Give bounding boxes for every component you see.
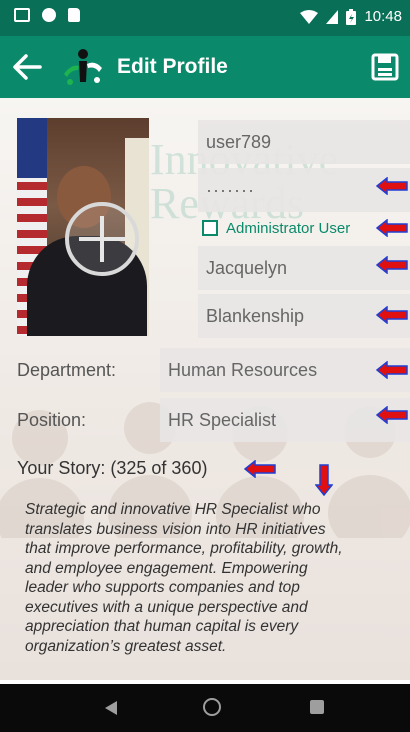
home-circle-icon[interactable] (203, 698, 221, 716)
battery-icon (346, 8, 357, 25)
sd-card-icon (68, 8, 80, 22)
save-disk-icon[interactable] (370, 52, 400, 82)
annotation-arrow-left-icon (376, 177, 408, 195)
signal-icon (326, 9, 339, 24)
admin-checkbox-row[interactable]: Administrator User (202, 216, 350, 240)
app-toolbar: Edit Profile (0, 36, 410, 98)
system-nav-bar (0, 684, 410, 732)
back-triangle-icon[interactable] (104, 700, 118, 716)
department-field[interactable]: Human Resources (160, 348, 410, 392)
annotation-arrow-left-icon (376, 306, 408, 324)
department-label: Department: (17, 360, 117, 380)
annotation-arrow-left-icon (376, 361, 408, 379)
add-photo-icon[interactable] (63, 200, 141, 278)
app-logo-icon (64, 49, 102, 85)
status-bar: 10:48 (0, 0, 410, 36)
position-label: Position: (17, 410, 87, 430)
story-label: Your Story: (325 of 360) (17, 458, 208, 478)
annotation-arrow-left-icon (376, 406, 408, 424)
admin-checkbox-label: Administrator User (226, 219, 351, 237)
annotation-arrow-left-icon (244, 460, 276, 478)
position-field[interactable]: HR Specialist (160, 398, 410, 442)
gallery-icon (14, 8, 30, 22)
story-text-area[interactable]: Strategic and innovative HR Specialist w… (25, 500, 403, 656)
wifi-icon (300, 9, 319, 24)
annotation-arrow-left-icon (376, 219, 408, 237)
annotation-arrow-down-icon (315, 464, 333, 496)
arrow-left-icon[interactable] (10, 50, 44, 84)
username-field[interactable]: user789 (198, 120, 410, 164)
page-title: Edit Profile (117, 55, 228, 78)
profile-form: Innovative Rewards user789 ······· Admin… (0, 98, 410, 680)
profile-photo[interactable] (17, 118, 149, 336)
recents-square-icon[interactable] (310, 700, 324, 714)
status-time: 10:48 (364, 8, 402, 25)
record-icon (42, 8, 56, 22)
admin-checkbox[interactable] (202, 220, 218, 236)
annotation-arrow-left-icon (376, 256, 408, 274)
